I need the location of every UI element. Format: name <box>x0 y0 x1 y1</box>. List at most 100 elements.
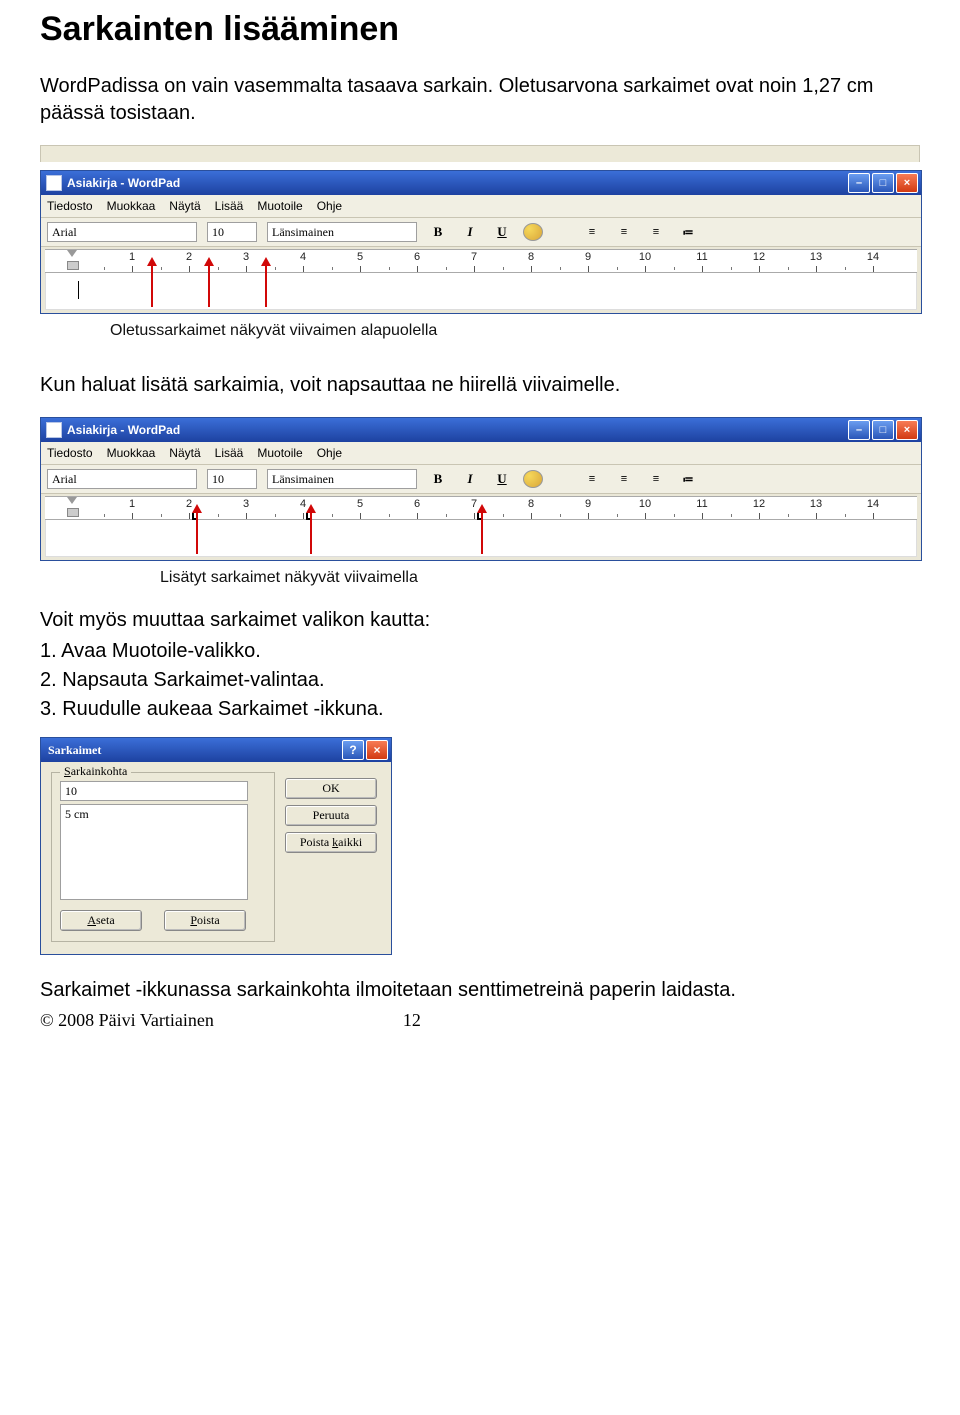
ruler-number: 10 <box>639 251 651 263</box>
wordpad-frame-top <box>40 145 920 162</box>
font-name-select[interactable] <box>47 222 197 242</box>
wordpad-format-toolbar: B I U ≡ ≡ ≡ ≔ <box>41 218 921 247</box>
align-center-button[interactable]: ≡ <box>613 222 635 242</box>
wordpad-app-icon <box>46 422 62 438</box>
tabs-dialog: Sarkaimet ? × SSarkainkohtaarkainkohta 5… <box>40 737 392 955</box>
wordpad-app-icon <box>46 175 62 191</box>
window-close-button[interactable]: × <box>896 420 918 440</box>
ruler-number: 13 <box>810 498 822 510</box>
ruler-number: 11 <box>696 498 707 510</box>
callout-arrow-icon <box>310 512 312 554</box>
ok-button[interactable]: OK <box>285 778 377 799</box>
remove-tab-button[interactable]: PPoistaoista <box>164 910 246 931</box>
list-item[interactable]: 5 cm <box>65 807 243 822</box>
bullets-button[interactable]: ≔ <box>677 222 699 242</box>
ruler-number: 8 <box>528 498 534 510</box>
callout-arrow-icon <box>481 512 483 554</box>
window-maximize-button[interactable]: □ <box>872 420 894 440</box>
align-left-button[interactable]: ≡ <box>581 222 603 242</box>
menu-muokkaa[interactable]: Muokkaa <box>107 446 156 460</box>
align-left-button[interactable]: ≡ <box>581 469 603 489</box>
tab-position-listbox[interactable]: 5 cm <box>60 804 248 900</box>
menu-nayta[interactable]: Näytä <box>169 199 200 213</box>
font-color-button[interactable] <box>523 470 543 488</box>
cancel-button[interactable]: Peruuta <box>285 805 377 826</box>
ruler-number: 1 <box>129 251 135 263</box>
set-tab-button[interactable]: AAsetaseta <box>60 910 142 931</box>
bold-button[interactable]: B <box>427 222 449 242</box>
menu-muotoile[interactable]: Muotoile <box>257 199 302 213</box>
wordpad-window-default-tabs: Asiakirja - WordPad – □ × Tiedosto Muokk… <box>40 170 922 314</box>
callout-arrow-icon <box>208 265 210 307</box>
italic-button[interactable]: I <box>459 222 481 242</box>
page-footer: © 2008 Päivi Vartiainen 12 <box>40 1010 920 1031</box>
step-1: 1. Avaa Muotoile-valikko. <box>40 638 920 665</box>
menu-ohje[interactable]: Ohje <box>317 446 342 460</box>
tab-stop-icon[interactable] <box>189 513 196 520</box>
align-center-button[interactable]: ≡ <box>613 469 635 489</box>
font-color-button[interactable] <box>523 223 543 241</box>
step-3: 3. Ruudulle aukeaa Sarkaimet -ikkuna. <box>40 696 920 723</box>
ruler-number: 3 <box>243 251 249 263</box>
italic-button[interactable]: I <box>459 469 481 489</box>
ruler-number: 13 <box>810 251 822 263</box>
ruler-number: 7 <box>471 251 477 263</box>
ruler-number: 5 <box>357 251 363 263</box>
wordpad-menubar: Tiedosto Muokkaa Näytä Lisää Muotoile Oh… <box>41 442 921 465</box>
caption-default-tabs: Oletussarkaimet näkyvät viivaimen alapuo… <box>110 322 920 340</box>
menu-tiedosto[interactable]: Tiedosto <box>47 446 93 460</box>
bullets-button[interactable]: ≔ <box>677 469 699 489</box>
ruler-number: 14 <box>867 498 879 510</box>
clear-all-button[interactable]: Poista kaikkiPoista kaikki <box>285 832 377 853</box>
tab-position-group: SSarkainkohtaarkainkohta 5 cm AAsetaseta… <box>51 772 275 942</box>
tab-position-input[interactable] <box>60 781 248 801</box>
font-size-select[interactable] <box>207 469 257 489</box>
underline-button[interactable]: U <box>491 222 513 242</box>
ruler-number: 6 <box>414 498 420 510</box>
wordpad-title-text: Asiakirja - WordPad <box>67 176 180 190</box>
menu-lisaa[interactable]: Lisää <box>215 199 244 213</box>
ruler-number: 12 <box>753 498 765 510</box>
font-script-select[interactable] <box>267 222 417 242</box>
align-right-button[interactable]: ≡ <box>645 222 667 242</box>
wordpad-document-area[interactable] <box>45 273 917 310</box>
window-minimize-button[interactable]: – <box>848 420 870 440</box>
bold-button[interactable]: B <box>427 469 449 489</box>
menu-tiedosto[interactable]: Tiedosto <box>47 199 93 213</box>
footer-page-number: 12 <box>403 1010 421 1030</box>
wordpad-menubar: Tiedosto Muokkaa Näytä Lisää Muotoile Oh… <box>41 195 921 218</box>
dialog-help-button[interactable]: ? <box>342 740 364 760</box>
window-maximize-button[interactable]: □ <box>872 173 894 193</box>
tab-stop-icon[interactable] <box>303 513 310 520</box>
page-heading: Sarkainten lisääminen <box>40 10 920 49</box>
align-right-button[interactable]: ≡ <box>645 469 667 489</box>
tab-stop-icon[interactable] <box>474 513 481 520</box>
wordpad-document-area[interactable] <box>45 520 917 557</box>
tabs-dialog-titlebar: Sarkaimet ? × <box>41 738 391 762</box>
ruler-number: 9 <box>585 498 591 510</box>
menu-ohje[interactable]: Ohje <box>317 199 342 213</box>
callout-arrow-icon <box>265 265 267 307</box>
ruler-number: 8 <box>528 251 534 263</box>
menu-muokkaa[interactable]: Muokkaa <box>107 199 156 213</box>
wordpad-titlebar: Asiakirja - WordPad – □ × <box>41 418 921 442</box>
font-size-select[interactable] <box>207 222 257 242</box>
menu-muotoile[interactable]: Muotoile <box>257 446 302 460</box>
underline-button[interactable]: U <box>491 469 513 489</box>
window-close-button[interactable]: × <box>896 173 918 193</box>
menu-lisaa[interactable]: Lisää <box>215 446 244 460</box>
wordpad-window-added-tabs: Asiakirja - WordPad – □ × Tiedosto Muokk… <box>40 417 922 561</box>
font-name-select[interactable] <box>47 469 197 489</box>
dialog-close-button[interactable]: × <box>366 740 388 760</box>
wordpad-title: Asiakirja - WordPad <box>44 175 180 191</box>
menu-nayta[interactable]: Näytä <box>169 446 200 460</box>
text-cursor-icon <box>78 281 79 299</box>
ruler-number: 5 <box>357 498 363 510</box>
wordpad-ruler[interactable]: 1234567891011121314 <box>45 249 917 273</box>
ruler-number: 11 <box>696 251 707 263</box>
callout-arrow-icon <box>151 265 153 307</box>
ruler-number: 6 <box>414 251 420 263</box>
ruler-number: 9 <box>585 251 591 263</box>
window-minimize-button[interactable]: – <box>848 173 870 193</box>
font-script-select[interactable] <box>267 469 417 489</box>
